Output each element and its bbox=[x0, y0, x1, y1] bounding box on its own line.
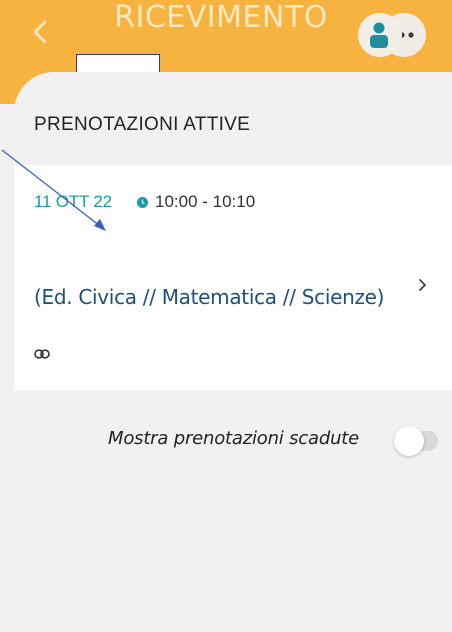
booking-date: 11 OTT 22 bbox=[34, 192, 112, 211]
header-actions bbox=[358, 13, 430, 57]
booking-subjects: (Ed. Civica // Matematica // Scienze) bbox=[34, 285, 385, 309]
clock-icon bbox=[137, 197, 148, 208]
link-icon[interactable] bbox=[34, 349, 50, 359]
booking-time: 10:00 - 10:10 bbox=[155, 192, 256, 211]
toggle-label: Mostra prenotazioni scadute bbox=[108, 428, 360, 449]
show-expired-toggle[interactable] bbox=[394, 425, 440, 457]
toggle-thumb bbox=[394, 426, 424, 456]
screen: RICEVIMENTO PRENOTAZIONI ATTIVE 11 OTT 2… bbox=[0, 0, 452, 632]
user-icon bbox=[370, 22, 388, 48]
avatar[interactable] bbox=[358, 13, 402, 57]
section-title: PRENOTAZIONI ATTIVE bbox=[34, 114, 251, 135]
chevron-right-icon[interactable] bbox=[416, 276, 430, 294]
